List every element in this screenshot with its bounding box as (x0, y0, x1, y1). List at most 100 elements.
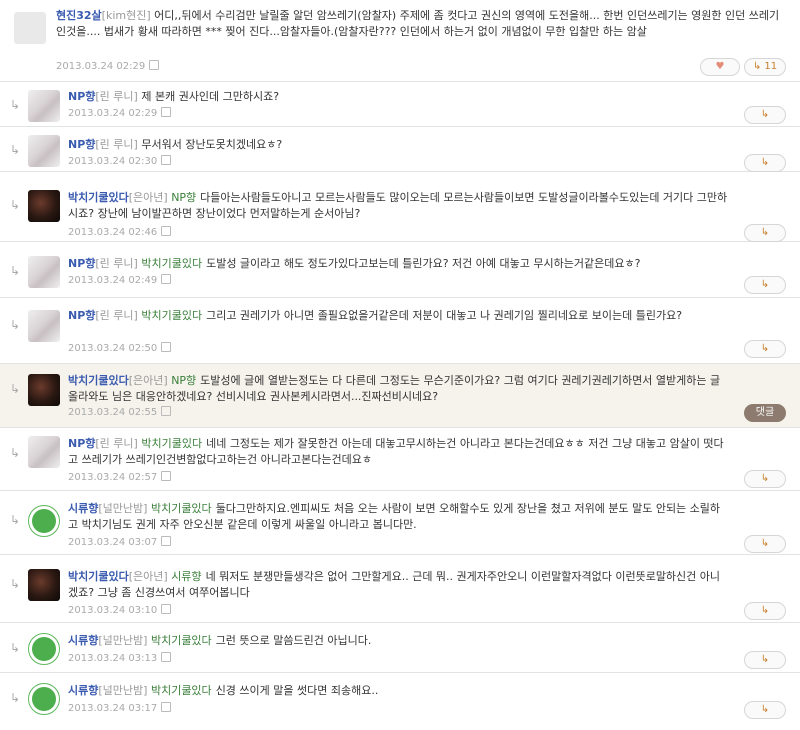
reply-icon: ↳ (760, 704, 770, 715)
reply-target[interactable]: 시류향 (171, 570, 201, 583)
reply-button[interactable]: ↳ (744, 602, 786, 620)
comment-nick: [린 루니] (95, 309, 138, 322)
comment-nick: [은아년] (128, 570, 168, 583)
reply-icon: ↳ (760, 538, 770, 549)
user-avatar[interactable] (28, 135, 60, 167)
comment-author[interactable]: 박치기쿨있다 (68, 191, 129, 204)
comment-nick: [kim현진] (101, 9, 151, 22)
reply-target[interactable]: NP향 (171, 191, 196, 204)
comment-text: 어디,,뒤에서 수리검만 날릴줄 알던 암쓰레기(암찰자) 주제에 좀 컷다고 … (56, 9, 780, 38)
reply-button[interactable]: ↳ (744, 276, 786, 294)
reply-icon: ↳ (760, 343, 770, 354)
comment-time: 2013.03.24 03:07 (68, 537, 158, 548)
comment-row: 현진32살[kim현진] 어디,,뒤에서 수리검만 날릴줄 알던 암쓰레기(암찰… (0, 0, 800, 82)
like-button[interactable]: ♥ (700, 58, 740, 76)
reply-icon: ↳ (760, 654, 770, 665)
reply-arrow-icon: ↳ (10, 513, 21, 527)
comment-nick: [널만난밤] (98, 684, 148, 697)
user-avatar[interactable] (28, 374, 60, 406)
reply-target[interactable]: 박치기쿨있다 (151, 634, 212, 647)
comment-nick: [린 루니] (95, 138, 138, 151)
comment-row: ↳ NP향[린 루니] 무서워서 장난도못치겠네요ㅎ? 2013.03.24 0… (0, 127, 800, 172)
user-avatar[interactable] (28, 436, 60, 468)
reply-count-button[interactable]: ↳ 11 (744, 58, 786, 76)
comment-text: 도발성 글이라고 해도 정도가있다고보는데 틀린가요? 저건 아예 대놓고 무시… (206, 257, 641, 270)
user-avatar[interactable] (28, 256, 60, 288)
reply-button[interactable]: ↳ (744, 340, 786, 358)
lock-icon (161, 702, 172, 712)
reply-label: 댓글 (755, 407, 775, 418)
user-avatar[interactable] (28, 633, 60, 665)
reply-arrow-icon: ↳ (10, 641, 21, 655)
reply-target[interactable]: NP향 (171, 374, 196, 387)
reply-target[interactable]: 박치기쿨있다 (151, 502, 212, 515)
lock-icon (161, 107, 172, 117)
reply-button[interactable]: ↳ (744, 224, 786, 242)
comment-nick: [은아년] (128, 374, 168, 387)
reply-target[interactable]: 박치기쿨있다 (141, 437, 202, 450)
reply-button[interactable]: ↳ (744, 701, 786, 719)
reply-arrow-icon: ↳ (10, 98, 21, 112)
comment-time: 2013.03.24 02:46 (68, 227, 158, 238)
comment-row-selected: ↳ 박치기쿨있다[은아년] NP향 도발성에 글에 열받는정도는 다 다른데 그정… (0, 364, 800, 428)
reply-target[interactable]: 박치기쿨있다 (151, 684, 212, 697)
comment-time: 2013.03.24 02:30 (68, 156, 158, 167)
reply-button[interactable]: ↳ (744, 535, 786, 553)
comment-author[interactable]: NP향 (68, 437, 95, 450)
comment-time: 2013.03.24 02:55 (68, 407, 158, 418)
comment-author[interactable]: NP향 (68, 309, 95, 322)
user-avatar[interactable] (28, 505, 60, 537)
lock-icon (161, 652, 172, 662)
reply-button[interactable]: ↳ (744, 651, 786, 669)
reply-button[interactable]: ↳ (744, 154, 786, 172)
lock-icon (149, 60, 160, 70)
default-avatar[interactable] (14, 12, 46, 44)
reply-button[interactable]: 댓글 (744, 404, 786, 422)
user-avatar[interactable] (28, 310, 60, 342)
comment-row: ↳ 시류향[널만난밤] 박치기쿨있다 신경 쓰이게 말을 썻다면 죄송해요.. 2… (0, 673, 800, 730)
reply-arrow-icon: ↳ (10, 143, 21, 157)
comment-author[interactable]: 현진32살 (56, 9, 102, 22)
reply-arrow-icon: ↳ (10, 198, 21, 212)
lock-icon (161, 342, 172, 352)
comment-row: ↳ 박치기쿨있다[은아년] 시류향 네 뭐저도 분쟁만들생각은 없어 그만할게요.… (0, 555, 800, 623)
comment-nick: [린 루니] (95, 90, 138, 103)
comment-author[interactable]: 박치기쿨있다 (68, 374, 129, 387)
reply-arrow-icon: ↳ (10, 691, 21, 705)
reply-target[interactable]: 박치기쿨있다 (141, 309, 202, 322)
comment-nick: [린 루니] (95, 437, 138, 450)
lock-icon (161, 471, 172, 481)
comment-text: 신경 쓰이게 말을 썻다면 죄송해요.. (215, 684, 379, 697)
comment-row: ↳ NP향[린 루니] 박치기쿨있다 도발성 글이라고 해도 정도가있다고보는데 … (0, 242, 800, 298)
comment-time: 2013.03.24 02:29 (68, 108, 158, 119)
lock-icon (161, 226, 172, 236)
reply-count: 11 (764, 61, 778, 72)
comment-author[interactable]: NP향 (68, 138, 95, 151)
lock-icon (161, 406, 172, 416)
comment-row: ↳ NP향[린 루니] 박치기쿨있다 네네 그정도는 제가 잘못한건 아는데 대놓… (0, 428, 800, 491)
user-avatar[interactable] (28, 190, 60, 222)
comment-nick: [널만난밤] (98, 502, 148, 515)
reply-target[interactable]: 박치기쿨있다 (141, 257, 202, 270)
avatar-emblem (32, 509, 56, 533)
comment-row: ↳ NP향[린 루니] 제 본캐 권사인데 그만하시죠? 2013.03.24 … (0, 82, 800, 127)
reply-icon: ↳ (760, 279, 770, 290)
reply-arrow-icon: ↳ (10, 318, 21, 332)
comment-author[interactable]: NP향 (68, 90, 95, 103)
user-avatar[interactable] (28, 683, 60, 715)
comment-author[interactable]: 시류향 (68, 502, 98, 515)
comment-author[interactable]: NP향 (68, 257, 95, 270)
comment-author[interactable]: 시류향 (68, 634, 98, 647)
comment-time: 2013.03.24 02:57 (68, 472, 158, 483)
comment-author[interactable]: 시류향 (68, 684, 98, 697)
comment-time: 2013.03.24 02:29 (56, 61, 146, 72)
user-avatar[interactable] (28, 90, 60, 122)
user-avatar[interactable] (28, 569, 60, 601)
reply-arrow-icon: ↳ (10, 577, 21, 591)
comment-author[interactable]: 박치기쿨있다 (68, 570, 129, 583)
avatar-emblem (32, 637, 56, 661)
avatar-emblem (32, 687, 56, 711)
reply-button[interactable]: ↳ (744, 106, 786, 124)
reply-button[interactable]: ↳ (744, 470, 786, 488)
reply-arrow-icon: ↳ (10, 264, 21, 278)
